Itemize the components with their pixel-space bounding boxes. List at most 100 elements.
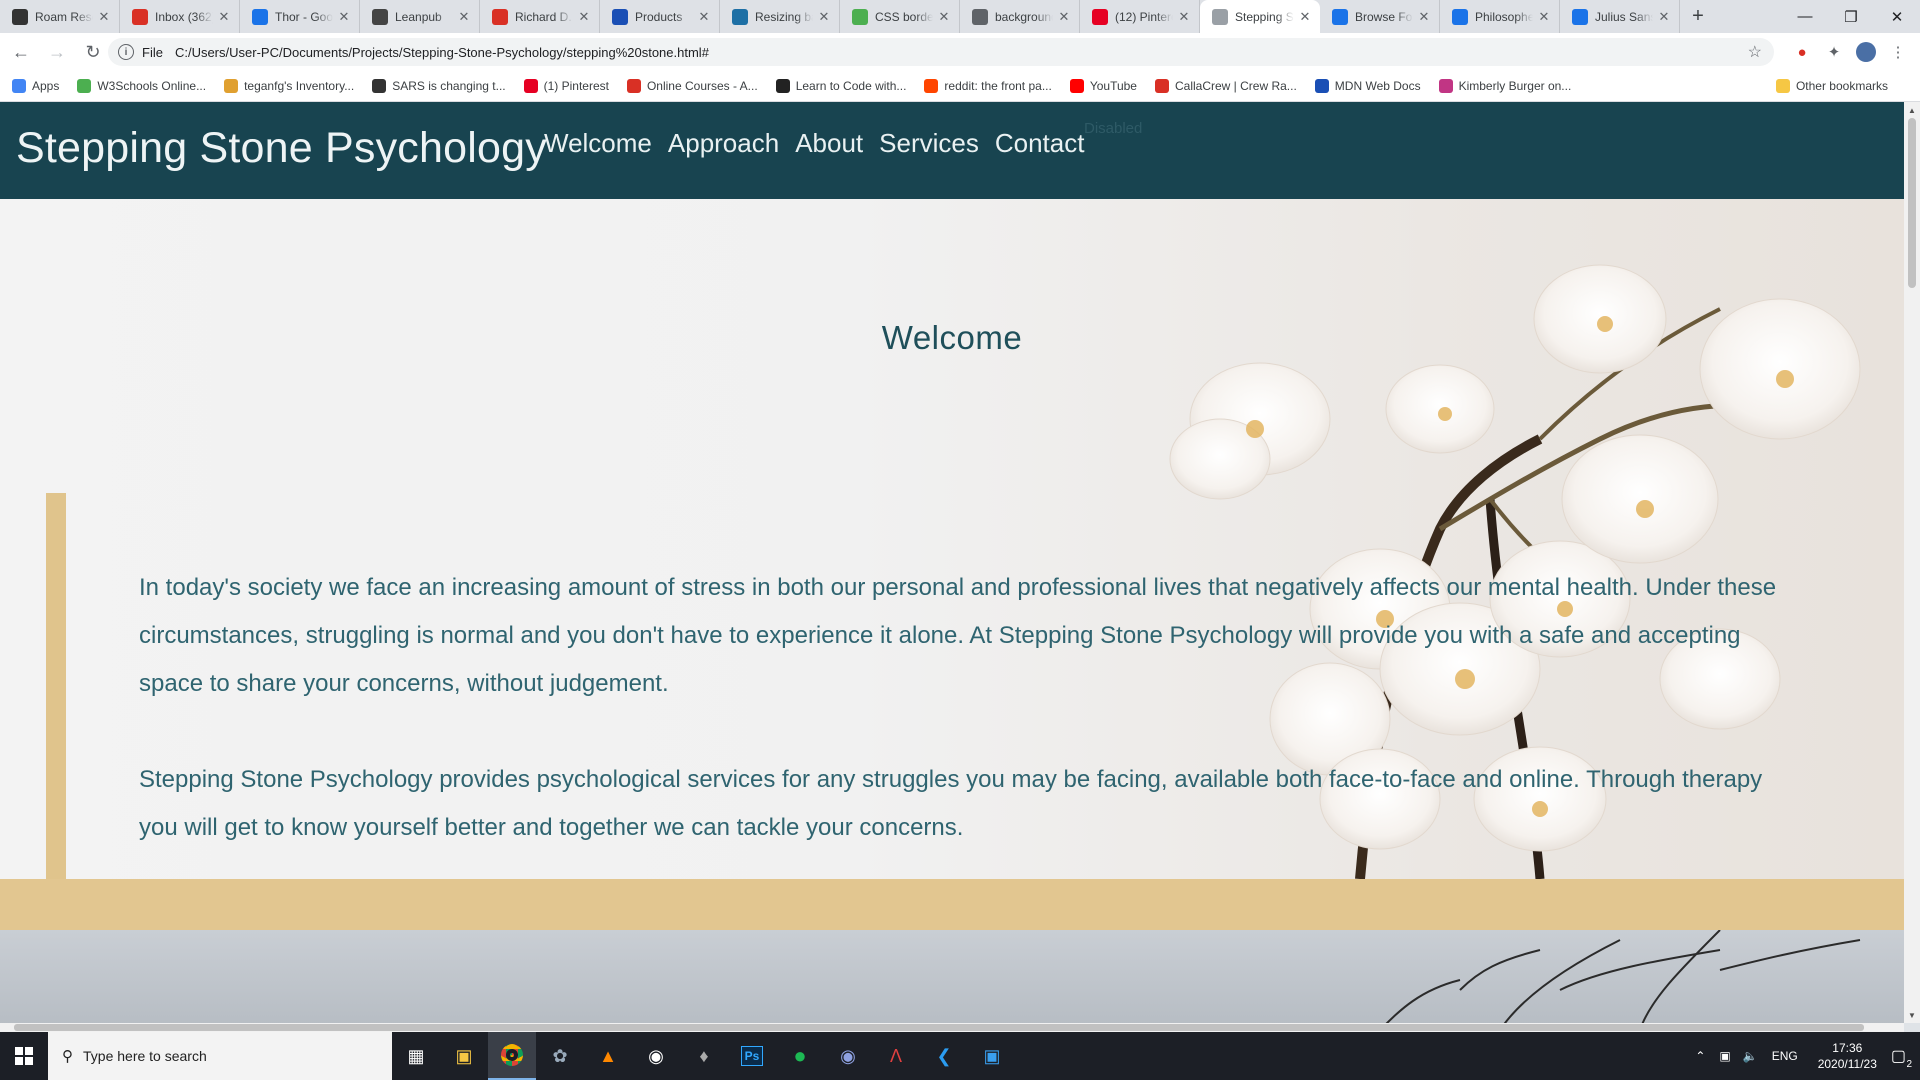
bookmark-item[interactable]: Kimberly Burger on... [1438, 79, 1571, 93]
site-brand[interactable]: Stepping Stone Psychology [16, 124, 547, 173]
browser-tab[interactable]: Thor - Google Drive ✕ [240, 0, 360, 33]
welcome-paragraph-2: Stepping Stone Psychology provides psych… [139, 766, 1763, 841]
browser-tab[interactable]: background ✕ [960, 0, 1080, 33]
file-explorer-icon[interactable]: ▣ [440, 1032, 488, 1080]
horizontal-scrollbar[interactable] [0, 1023, 1904, 1032]
photos-icon[interactable]: ▣ [968, 1032, 1016, 1080]
fonts-icon [1332, 8, 1348, 25]
chevron-up-icon[interactable]: ⌃ [1695, 1049, 1705, 1063]
close-icon[interactable]: ✕ [1057, 9, 1071, 25]
bookmark-item[interactable]: Online Courses - A... [626, 79, 758, 93]
hscroll-thumb[interactable] [14, 1024, 1864, 1031]
notification-count: 2 [1906, 1059, 1912, 1070]
bookmark-item[interactable]: MDN Web Docs [1314, 79, 1421, 93]
bookmark-item[interactable]: Apps [12, 79, 59, 93]
nav-contact[interactable]: Contact [995, 128, 1085, 159]
nav-welcome[interactable]: Welcome [544, 128, 652, 159]
davinci-icon[interactable]: ✿ [536, 1032, 584, 1080]
taskbar-search[interactable]: ⚲ Type here to search [48, 1032, 392, 1080]
nav-services[interactable]: Services [879, 128, 979, 159]
close-icon[interactable]: ✕ [1177, 9, 1191, 25]
restore-button[interactable]: ❐ [1828, 0, 1874, 33]
browser-tab[interactable]: Richard D. ✕ [480, 0, 600, 33]
close-icon[interactable]: ✕ [337, 9, 351, 25]
nav-about[interactable]: About [795, 128, 863, 159]
scroll-thumb[interactable] [1908, 118, 1916, 288]
windows-logo-icon [15, 1047, 33, 1065]
bookmark-item[interactable]: SARS is changing t... [372, 79, 506, 93]
avatar[interactable] [1852, 38, 1880, 66]
bookmark-item[interactable]: CallaCrew | Crew Ra... [1154, 79, 1297, 93]
close-icon[interactable]: ✕ [697, 9, 711, 25]
nav-approach[interactable]: Approach [668, 128, 779, 159]
gamepad-icon[interactable]: ◉ [632, 1032, 680, 1080]
minimize-button[interactable]: — [1782, 0, 1828, 33]
menu-kebab-icon[interactable]: ⋮ [1884, 38, 1912, 66]
chrome-icon[interactable] [488, 1032, 536, 1080]
close-icon[interactable]: ✕ [817, 9, 831, 25]
tab-strip: Roam Research✕Inbox (362)✕Thor - Google … [0, 0, 1920, 33]
clock[interactable]: 17:36 2020/11/23 [1818, 1040, 1877, 1072]
bookmark-item[interactable]: reddit: the front pa... [924, 79, 1052, 93]
accent-bar [46, 493, 66, 879]
reload-button[interactable]: ↻ [78, 37, 108, 67]
browser-tab[interactable]: Philosopher ✕ [1440, 0, 1560, 33]
language-indicator[interactable]: ENG [1772, 1049, 1798, 1063]
browser-tab[interactable]: Leanpub ✕ [360, 0, 480, 33]
browser-tab[interactable]: Browse Fonts ✕ [1320, 0, 1440, 33]
close-icon[interactable]: ✕ [457, 9, 471, 25]
browser-tab[interactable]: Stepping Stone ✕ [1200, 0, 1320, 33]
clock-time: 17:36 [1832, 1041, 1863, 1055]
notification-icon[interactable]: ▢ 2 [1891, 1046, 1912, 1070]
address-bar[interactable]: i File C:/Users/User-PC/Documents/Projec… [108, 38, 1774, 66]
browser-tab[interactable]: Resizing background ✕ [720, 0, 840, 33]
close-icon[interactable]: ✕ [1657, 9, 1671, 25]
close-icon[interactable]: ✕ [97, 9, 111, 25]
start-button[interactable] [0, 1032, 48, 1080]
close-icon[interactable]: ✕ [1417, 9, 1431, 25]
bookmark-item[interactable]: (1) Pinterest [523, 79, 609, 93]
close-window-button[interactable]: ✕ [1874, 0, 1920, 33]
other-bookmarks[interactable]: Other bookmarks [1775, 79, 1888, 93]
close-icon[interactable]: ✕ [937, 9, 951, 25]
network-icon[interactable]: ▣ [1719, 1049, 1730, 1063]
discord-icon[interactable]: ◉ [824, 1032, 872, 1080]
puzzle-icon[interactable]: ✦ [1820, 38, 1848, 66]
bookmark-item[interactable]: teganfg's Inventory... [224, 79, 354, 93]
back-button[interactable]: ← [6, 37, 36, 67]
bookmark-item[interactable]: W3Schools Online... [77, 79, 206, 93]
browser-tab[interactable]: CSS borders ✕ [840, 0, 960, 33]
close-icon[interactable]: ✕ [217, 9, 231, 25]
vertical-scrollbar[interactable]: ▲ ▼ [1904, 102, 1920, 1023]
spotify-icon[interactable]: ● [776, 1032, 824, 1080]
browser-tab[interactable]: Julius Sans One ✕ [1560, 0, 1680, 33]
browser-tab[interactable]: Roam Research ✕ [0, 0, 120, 33]
bookmark-icon [1314, 79, 1329, 93]
info-icon[interactable]: i [118, 44, 134, 60]
vlc-icon[interactable]: ▲ [584, 1032, 632, 1080]
roam-icon [12, 8, 28, 25]
url-scheme: File [142, 44, 163, 60]
url-text[interactable]: C:/Users/User-PC/Documents/Projects/Step… [175, 45, 709, 60]
close-icon[interactable]: ✕ [1537, 9, 1551, 25]
task-view-icon[interactable]: ▦ [392, 1032, 440, 1080]
photoshop-icon[interactable]: Ps [728, 1032, 776, 1080]
browser-tab[interactable]: Inbox (362) ✕ [120, 0, 240, 33]
app-icon[interactable]: Λ [872, 1032, 920, 1080]
volume-icon[interactable]: 🔈 [1743, 1049, 1758, 1063]
scroll-up-icon[interactable]: ▲ [1904, 102, 1920, 118]
browser-tab[interactable]: (12) Pinterest ✕ [1080, 0, 1200, 33]
vscode-icon[interactable]: ❮ [920, 1032, 968, 1080]
forward-button[interactable]: → [42, 37, 72, 67]
bookmark-star-icon[interactable]: ☆ [1748, 42, 1762, 62]
close-icon[interactable]: ✕ [1298, 9, 1312, 25]
extension-icon[interactable]: ● [1788, 38, 1816, 66]
scroll-down-icon[interactable]: ▼ [1904, 1007, 1920, 1023]
bookmark-item[interactable]: YouTube [1069, 79, 1137, 93]
bookmark-item[interactable]: Learn to Code with... [775, 79, 906, 93]
bookmark-label: W3Schools Online... [97, 79, 207, 93]
new-tab-button[interactable]: + [1680, 0, 1716, 33]
game-icon[interactable]: ♦ [680, 1032, 728, 1080]
close-icon[interactable]: ✕ [577, 9, 591, 25]
browser-tab[interactable]: Products ✕ [600, 0, 720, 33]
